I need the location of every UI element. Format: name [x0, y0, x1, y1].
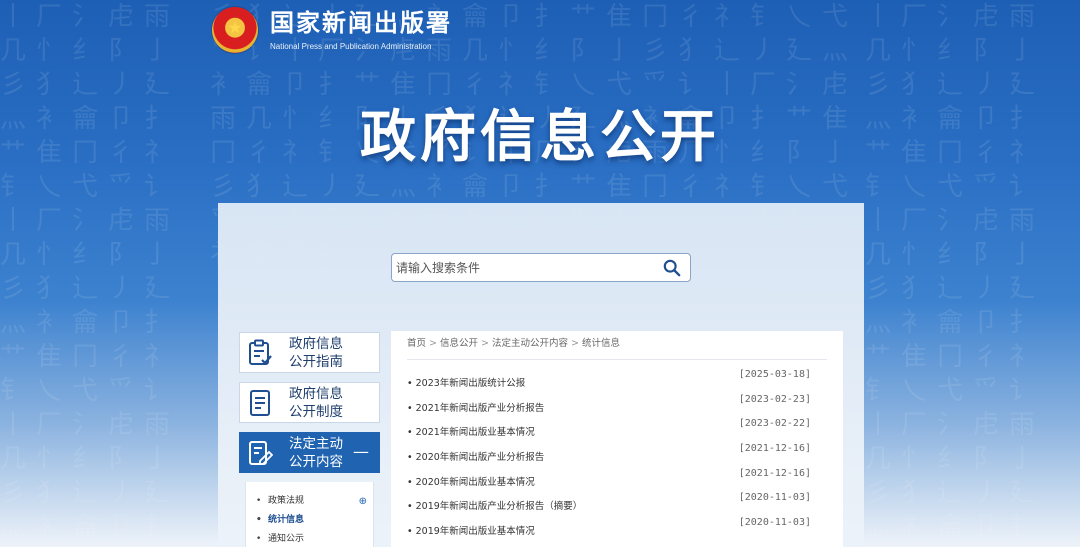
list-item[interactable]: 2021年新闻出版产业分析报告 [2023-02-23] [407, 394, 827, 419]
site-logo[interactable]: 国家新闻出版署 National Press and Publication A… [212, 7, 452, 53]
search-button[interactable] [654, 254, 690, 281]
main-panel: 政府信息 公开指南 政府信息 公开制度 [218, 203, 864, 547]
collapse-toggle[interactable]: — [353, 442, 369, 461]
expand-plus-icon[interactable]: ⊕ [359, 492, 367, 511]
list-item-title[interactable]: 2021年新闻出版业基本情况 [407, 418, 535, 438]
search-bar [391, 253, 691, 282]
list-item[interactable]: 2019年新闻出版业基本情况 [2020-11-03] [407, 517, 827, 542]
list-item-date: [2025-03-18] [738, 369, 811, 380]
list-item-title[interactable]: 2019年新闻出版业基本情况 [407, 517, 535, 537]
site-name-en: National Press and Publication Administr… [270, 42, 432, 51]
list-item-date: [2021-12-16] [738, 467, 811, 479]
list-item[interactable]: 2023年新闻出版统计公报 [2025-03-18] [407, 369, 827, 394]
site-name-cn: 国家新闻出版署 [270, 9, 452, 37]
breadcrumb-home[interactable]: 首页 [407, 338, 426, 349]
sidebar-item-label: 政府信息 [289, 335, 343, 352]
list-item-title[interactable]: 2023年新闻出版统计公报 [407, 369, 526, 389]
sidebar-item-label: 公开内容 [289, 453, 343, 470]
breadcrumb-statutory[interactable]: 法定主动公开内容 [492, 338, 568, 349]
list-item-date: [2023-02-23] [738, 393, 811, 405]
sidebar-item-label: 公开制度 [289, 403, 343, 420]
search-input[interactable] [392, 260, 654, 275]
sidebar-item-label: 公开指南 [289, 353, 343, 370]
list-item-title[interactable]: 2021年新闻出版产业分析报告 [407, 394, 545, 414]
sidebar-item-label: 政府信息 [289, 385, 343, 402]
list-item-date: [2020-11-03] [738, 517, 811, 529]
list-item-title[interactable]: 2019年新闻出版产业分析报告（摘要） [407, 492, 583, 512]
list-item-title[interactable]: 2020年新闻出版业基本情况 [407, 468, 535, 488]
national-emblem-icon [212, 7, 258, 53]
submenu-item-notices[interactable]: 通知公示 [246, 530, 373, 547]
sidebar-item-statutory[interactable]: 法定主动 公开内容 — [239, 432, 380, 473]
breadcrumb-current: 统计信息 [581, 338, 620, 349]
breadcrumb-info[interactable]: 信息公开 [440, 338, 478, 349]
sidebar: 政府信息 公开指南 政府信息 公开制度 法定主动 公开内容 — • 政策法规 ⊕… [239, 332, 380, 547]
page-title: 政府信息公开 [360, 105, 720, 170]
search-icon [663, 259, 681, 276]
list-item-title[interactable]: 2020年新闻出版产业分析报告 [407, 443, 545, 463]
sidebar-item-system[interactable]: 政府信息 公开制度 [239, 382, 380, 423]
list-item[interactable]: 2020年新闻出版业基本情况 [2021-12-16] [407, 468, 827, 493]
submenu-item-statistics[interactable]: 统计信息 [246, 511, 373, 530]
edit-document-icon [249, 440, 273, 465]
list-item[interactable]: 2021年新闻出版业基本情况 [2023-02-22] [407, 418, 827, 443]
list-item-date: [2021-12-16] [738, 443, 811, 455]
submenu-item-policy[interactable]: 政策法规 ⊕ [246, 492, 373, 511]
list-item[interactable]: 2020年新闻出版产业分析报告 [2021-12-16] [407, 443, 827, 468]
content-area: 首页>信息公开>法定主动公开内容>统计信息 2023年新闻出版统计公报 [202… [391, 331, 843, 547]
article-list: 2023年新闻出版统计公报 [2025-03-18] 2021年新闻出版产业分析… [407, 369, 827, 542]
document-icon [250, 389, 270, 416]
clipboard-check-icon [249, 339, 272, 365]
sidebar-item-label: 法定主动 [289, 435, 343, 452]
list-item-date: [2020-11-03] [738, 492, 811, 504]
list-item[interactable]: 2019年新闻出版产业分析报告（摘要） [2020-11-03] [407, 492, 827, 517]
sidebar-submenu: 政策法规 ⊕ 统计信息 通知公示 [245, 482, 374, 547]
breadcrumb: 首页 > 信息公开 > 法定主动公开内容 > 统计信息 [407, 331, 827, 360]
sidebar-item-guide[interactable]: 政府信息 公开指南 [239, 332, 380, 373]
list-item-date: [2023-02-22] [738, 418, 811, 430]
